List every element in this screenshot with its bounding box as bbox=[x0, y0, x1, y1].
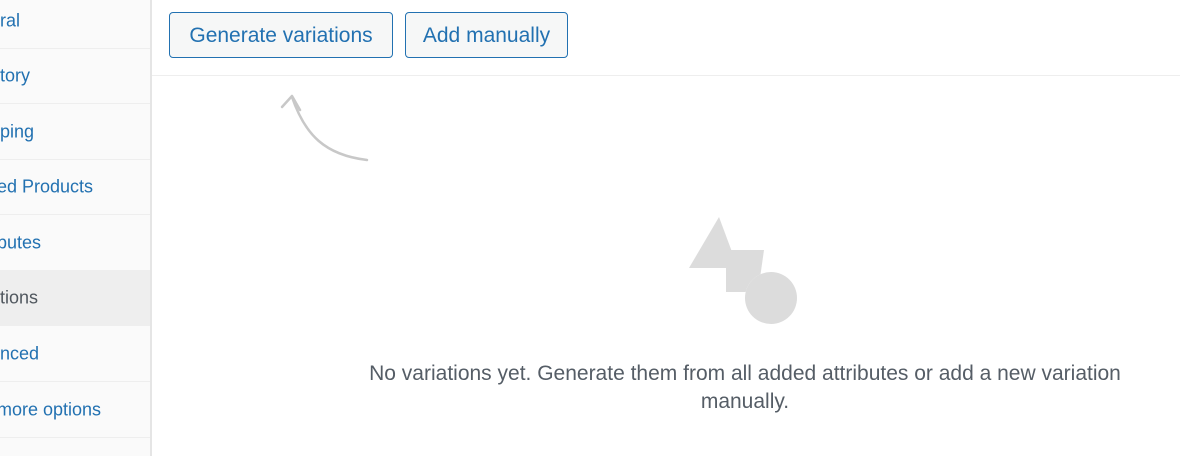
shapes-icon bbox=[689, 217, 797, 324]
sidebar-item-inventory[interactable]: tory bbox=[0, 49, 150, 104]
add-manually-button[interactable]: Add manually bbox=[405, 12, 568, 58]
sidebar-item-linked-products[interactable]: ed Products bbox=[0, 160, 150, 215]
product-data-tabs: ral tory ping ed Products butes tions nc… bbox=[0, 0, 152, 456]
sidebar-item-general[interactable]: ral bbox=[0, 0, 150, 49]
sidebar-item-variations[interactable]: tions bbox=[0, 271, 150, 326]
sidebar-item-get-more-options[interactable]: more options bbox=[0, 383, 150, 438]
sidebar-item-label: tions bbox=[0, 287, 39, 308]
sidebar-item-advanced[interactable]: nced bbox=[0, 327, 150, 382]
sidebar-item-attributes[interactable]: butes bbox=[0, 216, 150, 271]
sidebar-item-label: ral bbox=[0, 10, 21, 31]
variations-panel: ral tory ping ed Products butes tions nc… bbox=[0, 0, 1180, 456]
empty-state-message: No variations yet. Generate them from al… bbox=[369, 362, 1121, 413]
sidebar-item-label: butes bbox=[0, 232, 42, 253]
sidebar-item-label: tory bbox=[0, 65, 31, 86]
sidebar-item-label: more options bbox=[0, 399, 102, 420]
sidebar-item-label: ping bbox=[0, 121, 35, 142]
toolbar-divider bbox=[152, 75, 1180, 76]
sidebar-item-label: nced bbox=[0, 343, 40, 364]
sidebar-item-shipping[interactable]: ping bbox=[0, 105, 150, 160]
generate-variations-button[interactable]: Generate variations bbox=[169, 12, 393, 58]
curved-arrow-icon bbox=[280, 94, 369, 162]
sidebar-item-label: ed Products bbox=[0, 176, 94, 197]
